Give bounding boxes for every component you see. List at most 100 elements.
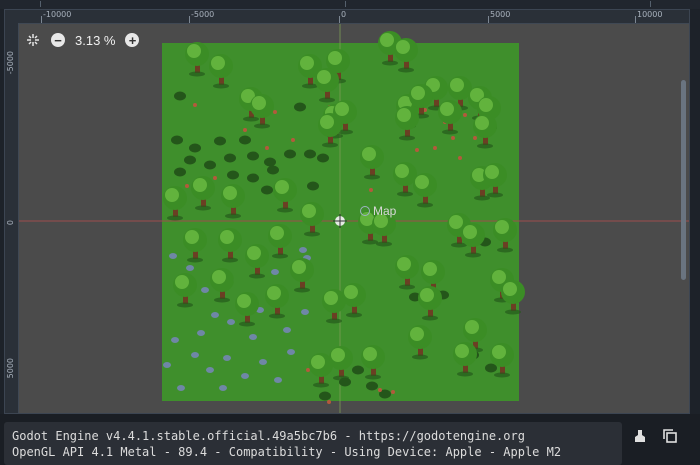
tree-shadow xyxy=(465,252,481,258)
vertical-ruler[interactable]: -5000 0 5000 xyxy=(5,23,19,413)
flower xyxy=(273,110,277,114)
ruler-label: 5000 xyxy=(6,358,15,379)
tree-shadow xyxy=(277,207,293,213)
bush xyxy=(319,391,331,401)
flower xyxy=(213,176,217,180)
tree-shadow xyxy=(213,83,229,89)
clear-output-icon[interactable] xyxy=(632,428,648,444)
ruler-label: 10000 xyxy=(637,10,663,19)
tree-highlight xyxy=(328,51,342,65)
tree-highlight xyxy=(237,294,251,308)
bush xyxy=(267,165,279,175)
tree-shadow xyxy=(177,302,193,308)
tree-highlight xyxy=(479,98,493,112)
tree-highlight xyxy=(270,226,284,240)
tree-highlight xyxy=(185,230,199,244)
bush xyxy=(317,153,329,163)
tree-highlight xyxy=(411,86,425,100)
bush xyxy=(264,157,276,167)
tree-highlight xyxy=(495,220,509,234)
bottom-panel: Godot Engine v4.4.1.stable.official.49a5… xyxy=(0,414,700,465)
tree-highlight xyxy=(320,115,334,129)
tree-shadow xyxy=(382,60,398,66)
bush xyxy=(307,181,319,191)
zoom-level[interactable]: 3.13 % xyxy=(75,33,115,48)
tree-shadow xyxy=(474,195,490,201)
tree-highlight xyxy=(485,165,499,179)
bush xyxy=(284,149,296,159)
rock xyxy=(206,367,214,373)
tree-highlight xyxy=(220,230,234,244)
tree-highlight xyxy=(397,108,411,122)
minus-icon: − xyxy=(54,32,62,48)
strip-tick xyxy=(40,1,41,7)
tree-shadow xyxy=(412,354,428,360)
tree-shadow xyxy=(362,239,378,245)
flower xyxy=(193,103,197,107)
node-name: Map xyxy=(373,204,397,218)
flower xyxy=(463,113,467,117)
tree-shadow xyxy=(313,382,329,388)
tree-highlight xyxy=(492,270,506,284)
console-line: OpenGL API 4.1 Metal - 89.4 - Compatibil… xyxy=(12,445,562,459)
tree-highlight xyxy=(363,347,377,361)
bush xyxy=(352,365,364,375)
tree-shadow xyxy=(239,321,255,327)
tree-highlight xyxy=(223,186,237,200)
tree-highlight xyxy=(300,56,314,70)
ruler-label: -5000 xyxy=(191,10,215,19)
tree-highlight xyxy=(465,320,479,334)
canvas-viewport[interactable]: -10000 -5000 0 5000 10000 -5000 0 5000 −… xyxy=(4,9,690,414)
editor-top-strip xyxy=(0,0,700,9)
tree-shadow xyxy=(487,192,503,198)
rock xyxy=(283,327,291,333)
rock xyxy=(211,312,219,318)
tree-highlight xyxy=(362,147,376,161)
tree-shadow xyxy=(272,253,288,259)
tree-shadow xyxy=(422,315,438,321)
tree-highlight xyxy=(193,178,207,192)
tilemap-canvas[interactable] xyxy=(5,10,690,414)
tree-highlight xyxy=(344,285,358,299)
tree-shadow xyxy=(505,309,521,315)
rock xyxy=(287,349,295,355)
vertical-scrollbar[interactable] xyxy=(681,80,686,280)
output-console[interactable]: Godot Engine v4.4.1.stable.official.49a5… xyxy=(4,422,622,465)
bush xyxy=(184,155,196,165)
tree-highlight xyxy=(335,102,349,116)
tree-shadow xyxy=(302,83,318,89)
horizontal-ruler[interactable]: -10000 -5000 0 5000 10000 xyxy=(5,10,689,24)
bush xyxy=(189,143,201,153)
tree-highlight xyxy=(165,188,179,202)
rock xyxy=(301,309,309,315)
rock xyxy=(171,337,179,343)
rock xyxy=(197,330,205,336)
tree-shadow xyxy=(494,372,510,378)
tree-shadow xyxy=(187,257,203,263)
tree-shadow xyxy=(457,371,473,377)
tree-highlight xyxy=(175,275,189,289)
flower xyxy=(451,136,455,140)
tree-shadow xyxy=(397,191,413,197)
copy-icon[interactable] xyxy=(662,428,678,444)
tree-shadow xyxy=(365,374,381,380)
tree-shadow xyxy=(222,257,238,263)
tree-shadow xyxy=(249,273,265,279)
zoom-out-button[interactable]: − xyxy=(51,33,65,47)
bush xyxy=(227,170,239,180)
tree-shadow xyxy=(322,142,338,148)
tree-shadow xyxy=(304,231,320,237)
tree-shadow xyxy=(399,284,415,290)
tree-shadow xyxy=(399,135,415,141)
bush xyxy=(294,102,306,112)
tree-highlight xyxy=(463,225,477,239)
bush xyxy=(171,135,183,145)
tree-highlight xyxy=(420,288,434,302)
tree-highlight xyxy=(455,344,469,358)
tree-highlight xyxy=(275,180,289,194)
tree-shadow xyxy=(376,241,392,247)
map-node-label[interactable]: Map xyxy=(360,204,396,218)
ruler-label: -5000 xyxy=(6,51,15,75)
center-view-icon[interactable] xyxy=(25,32,41,48)
zoom-in-button[interactable]: + xyxy=(125,33,140,47)
